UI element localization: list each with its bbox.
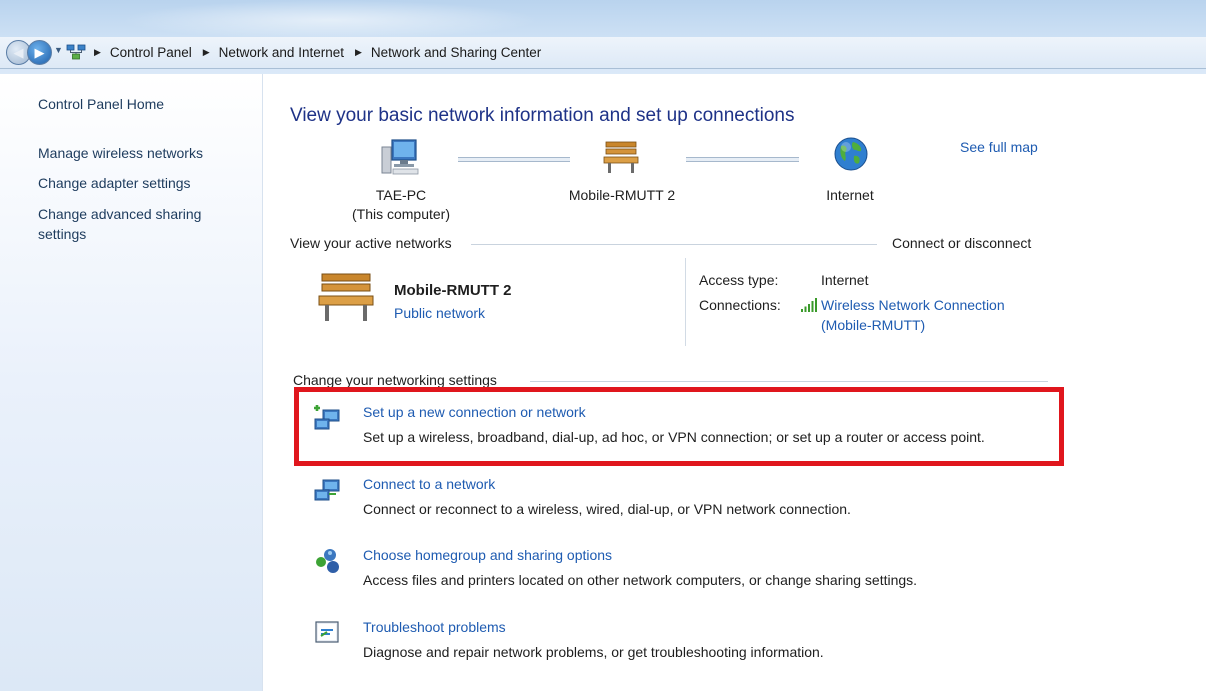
breadcrumb-separator-icon[interactable]: ▶ [355, 47, 362, 58]
connect-network-icon [314, 479, 340, 501]
active-networks-header: View your active networks [290, 235, 452, 251]
sidebar-item-change-advanced-sharing[interactable]: Change advanced sharing [38, 204, 201, 224]
section-divider [471, 244, 877, 245]
computer-icon[interactable] [380, 137, 422, 177]
access-type-value: Internet [821, 272, 869, 288]
networking-settings-header: Change your networking settings [293, 372, 497, 388]
sidebar-item-manage-wireless-networks[interactable]: Manage wireless networks [38, 143, 203, 163]
main-content: View your basic network information and … [262, 74, 1206, 691]
sidebar-item-change-adapter-settings[interactable]: Change adapter settings [38, 173, 191, 193]
network-type-link[interactable]: Public network [394, 305, 485, 321]
vertical-divider [685, 258, 686, 346]
homegroup-icon [316, 549, 339, 573]
connect-or-disconnect-link[interactable]: Connect or disconnect [892, 235, 1031, 251]
section-divider [530, 381, 1048, 382]
map-connector-line [458, 157, 570, 162]
sidebar-item-change-advanced-sharing-cont[interactable]: settings [38, 224, 86, 244]
computer-note: (This computer) [351, 206, 451, 222]
breadcrumb-control-panel[interactable]: Control Panel [110, 45, 192, 60]
map-network-name: Mobile-RMUTT 2 [568, 187, 676, 203]
wireless-connection-link[interactable]: Wireless Network Connection [821, 297, 1005, 313]
sidebar-item-control-panel-home[interactable]: Control Panel Home [38, 94, 164, 114]
task-troubleshoot-title[interactable]: Troubleshoot problems [363, 619, 506, 635]
task-troubleshoot-desc: Diagnose and repair network problems, or… [363, 644, 824, 660]
connections-label: Connections: [699, 297, 781, 313]
titlebar-glow [120, 0, 540, 40]
network-center-icon [66, 44, 86, 60]
troubleshoot-icon [315, 621, 339, 643]
highlight-box [294, 387, 1064, 466]
task-connect-to-network-title[interactable]: Connect to a network [363, 476, 495, 492]
wireless-signal-icon [801, 298, 817, 312]
public-network-bench-icon[interactable] [316, 270, 376, 324]
task-homegroup-sharing-desc: Access files and printers located on oth… [363, 572, 918, 588]
left-task-pane: Control Panel Home Manage wireless netwo… [0, 74, 263, 691]
task-connect-to-network-desc: Connect or reconnect to a wireless, wire… [363, 501, 851, 517]
globe-icon[interactable] [833, 136, 869, 172]
access-type-label: Access type: [699, 272, 779, 288]
breadcrumb: ▶ Control Panel ▶ Network and Internet ▶… [94, 45, 552, 60]
breadcrumb-separator-icon[interactable]: ▶ [203, 47, 210, 58]
page-title: View your basic network information and … [290, 105, 795, 126]
recent-pages-dropdown-icon[interactable]: ▼ [54, 45, 63, 55]
address-bar[interactable]: ◀ ▶ ▼ ▶ Control Panel ▶ Network and Inte… [0, 37, 1206, 69]
map-internet-label: Internet [826, 187, 874, 203]
task-homegroup-sharing-title[interactable]: Choose homegroup and sharing options [363, 547, 612, 563]
breadcrumb-network-and-internet[interactable]: Network and Internet [219, 45, 344, 60]
wireless-connection-link-ssid[interactable]: (Mobile-RMUTT) [821, 317, 925, 333]
forward-arrow-icon[interactable]: ▶ [27, 40, 52, 65]
map-connector-line [686, 157, 799, 162]
breadcrumb-separator-icon[interactable]: ▶ [94, 47, 101, 58]
bench-icon[interactable] [602, 140, 640, 174]
computer-name: TAE-PC [375, 187, 427, 203]
active-network-name: Mobile-RMUTT 2 [394, 282, 512, 299]
breadcrumb-network-and-sharing-center[interactable]: Network and Sharing Center [371, 45, 541, 60]
see-full-map-link[interactable]: See full map [960, 139, 1038, 155]
window-titlebar: ◀ ▶ ▼ ▶ Control Panel ▶ Network and Inte… [0, 0, 1206, 74]
